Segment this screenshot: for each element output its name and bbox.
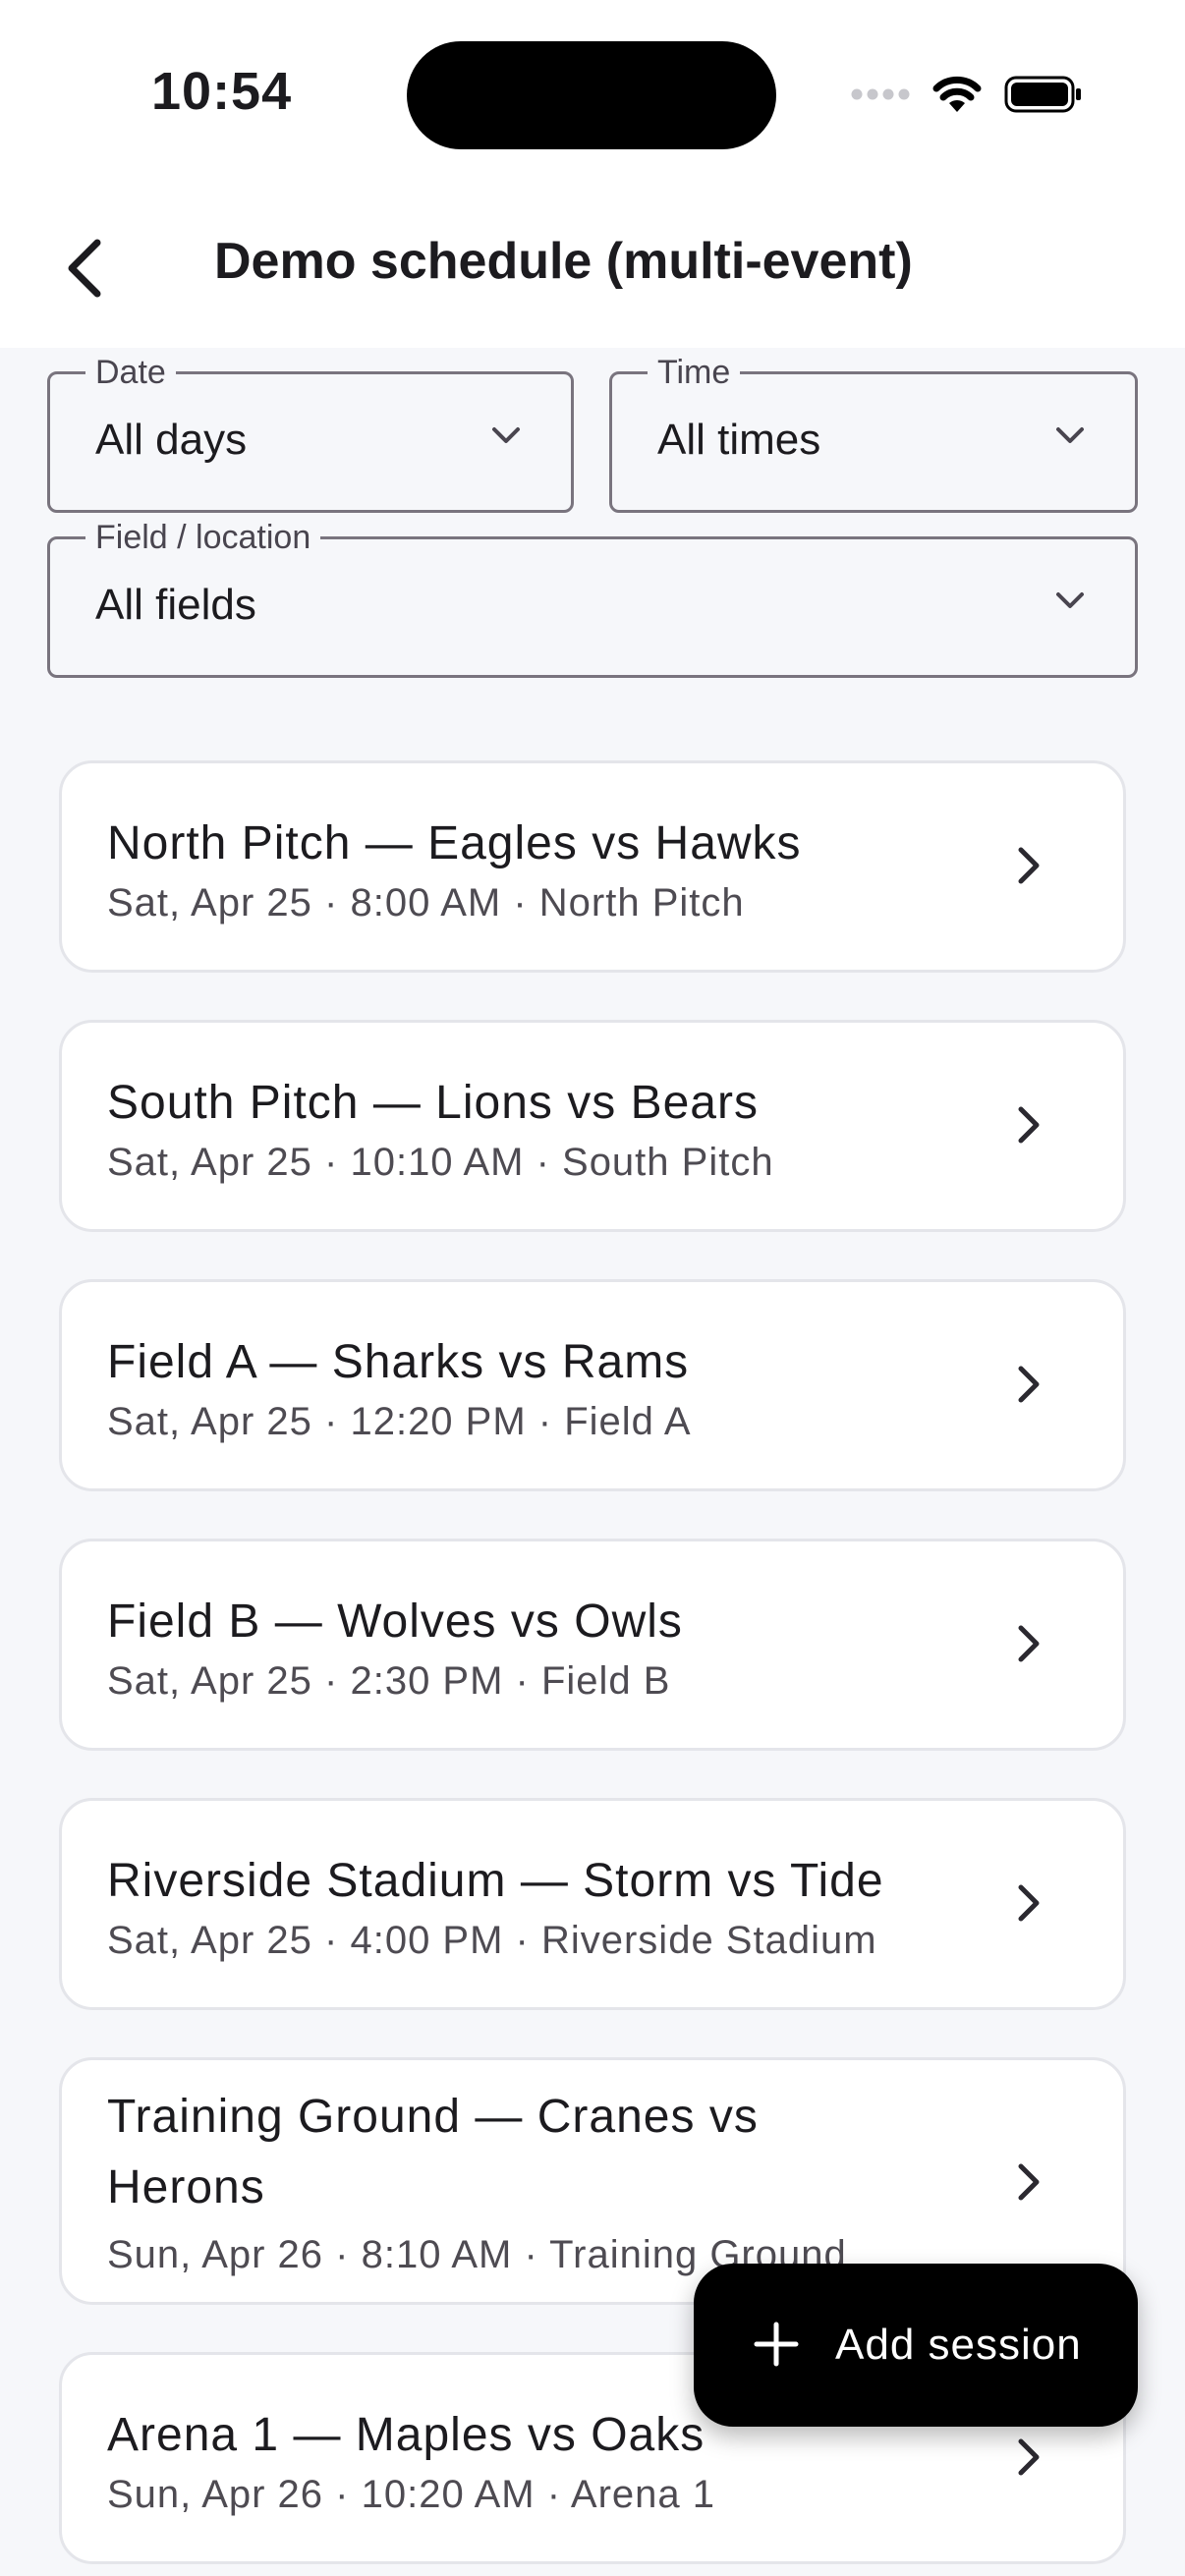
date-filter-value: All days bbox=[95, 416, 248, 464]
session-subtitle: Sat, Apr 25 · 12:20 PM · Field A bbox=[107, 1400, 692, 1443]
dynamic-island bbox=[407, 41, 776, 149]
field-filter-label: Field / location bbox=[85, 518, 321, 557]
chevron-right-icon bbox=[1017, 1624, 1041, 1668]
add-session-button[interactable]: Add session bbox=[694, 2264, 1138, 2427]
session-title: Field A — Sharks vs Rams bbox=[107, 1336, 690, 1388]
session-subtitle: Sat, Apr 25 · 2:30 PM · Field B bbox=[107, 1659, 671, 1703]
field-filter-value: All fields bbox=[95, 581, 256, 629]
status-time: 10:54 bbox=[151, 62, 293, 121]
session-card[interactable]: North Pitch — Eagles vs Hawks Sat, Apr 2… bbox=[59, 760, 1126, 973]
date-filter-label: Date bbox=[85, 353, 176, 392]
session-title: Field B — Wolves vs Owls bbox=[107, 1596, 683, 1648]
plus-icon bbox=[753, 2321, 800, 2373]
back-arrow-icon bbox=[62, 237, 105, 305]
session-title: Training Ground — Cranes vs Herons bbox=[107, 2091, 759, 2213]
session-card[interactable]: Field A — Sharks vs Rams Sat, Apr 25 · 1… bbox=[59, 1279, 1126, 1491]
session-card[interactable]: Riverside Stadium — Storm vs Tide Sat, A… bbox=[59, 1798, 1126, 2010]
session-title: Riverside Stadium — Storm vs Tide bbox=[107, 1855, 884, 1907]
status-bar: 10:54 bbox=[0, 0, 1185, 187]
chevron-down-icon bbox=[1054, 425, 1086, 450]
chevron-down-icon bbox=[1054, 590, 1086, 615]
chevron-down-icon bbox=[490, 425, 522, 450]
chevron-right-icon bbox=[1017, 1105, 1041, 1149]
back-button[interactable] bbox=[39, 226, 128, 314]
add-session-label: Add session bbox=[835, 2321, 1082, 2369]
chevron-right-icon bbox=[1017, 1883, 1041, 1928]
cellular-signal-icon bbox=[851, 86, 910, 107]
app-bar: Demo schedule (multi-event) bbox=[0, 187, 1185, 348]
chevron-right-icon bbox=[1017, 1365, 1041, 1409]
battery-icon bbox=[1004, 75, 1083, 119]
session-subtitle: Sat, Apr 25 · 8:00 AM · North Pitch bbox=[107, 881, 745, 924]
session-subtitle: Sun, Apr 26 · 10:20 AM · Arena 1 bbox=[107, 2473, 716, 2516]
date-filter-dropdown[interactable]: Date All days bbox=[47, 353, 574, 513]
session-subtitle: Sat, Apr 25 · 4:00 PM · Riverside Stadiu… bbox=[107, 1919, 877, 1962]
time-filter-value: All times bbox=[657, 416, 821, 464]
status-icons bbox=[851, 75, 1083, 119]
time-filter-label: Time bbox=[648, 353, 741, 392]
session-title: North Pitch — Eagles vs Hawks bbox=[107, 817, 802, 869]
wifi-icon bbox=[931, 75, 983, 119]
time-filter-dropdown[interactable]: Time All times bbox=[609, 353, 1138, 513]
session-card[interactable]: South Pitch — Lions vs Bears Sat, Apr 25… bbox=[59, 1020, 1126, 1232]
chevron-right-icon bbox=[1017, 2437, 1041, 2482]
chevron-right-icon bbox=[1017, 846, 1041, 890]
session-title: South Pitch — Lions vs Bears bbox=[107, 1077, 759, 1129]
session-card[interactable]: Field B — Wolves vs Owls Sat, Apr 25 · 2… bbox=[59, 1539, 1126, 1751]
session-subtitle: Sat, Apr 25 · 10:10 AM · South Pitch bbox=[107, 1141, 774, 1184]
page-title: Demo schedule (multi-event) bbox=[214, 233, 913, 290]
field-location-filter-dropdown[interactable]: Field / location All fields bbox=[47, 518, 1138, 678]
chevron-right-icon bbox=[1017, 2162, 1041, 2207]
